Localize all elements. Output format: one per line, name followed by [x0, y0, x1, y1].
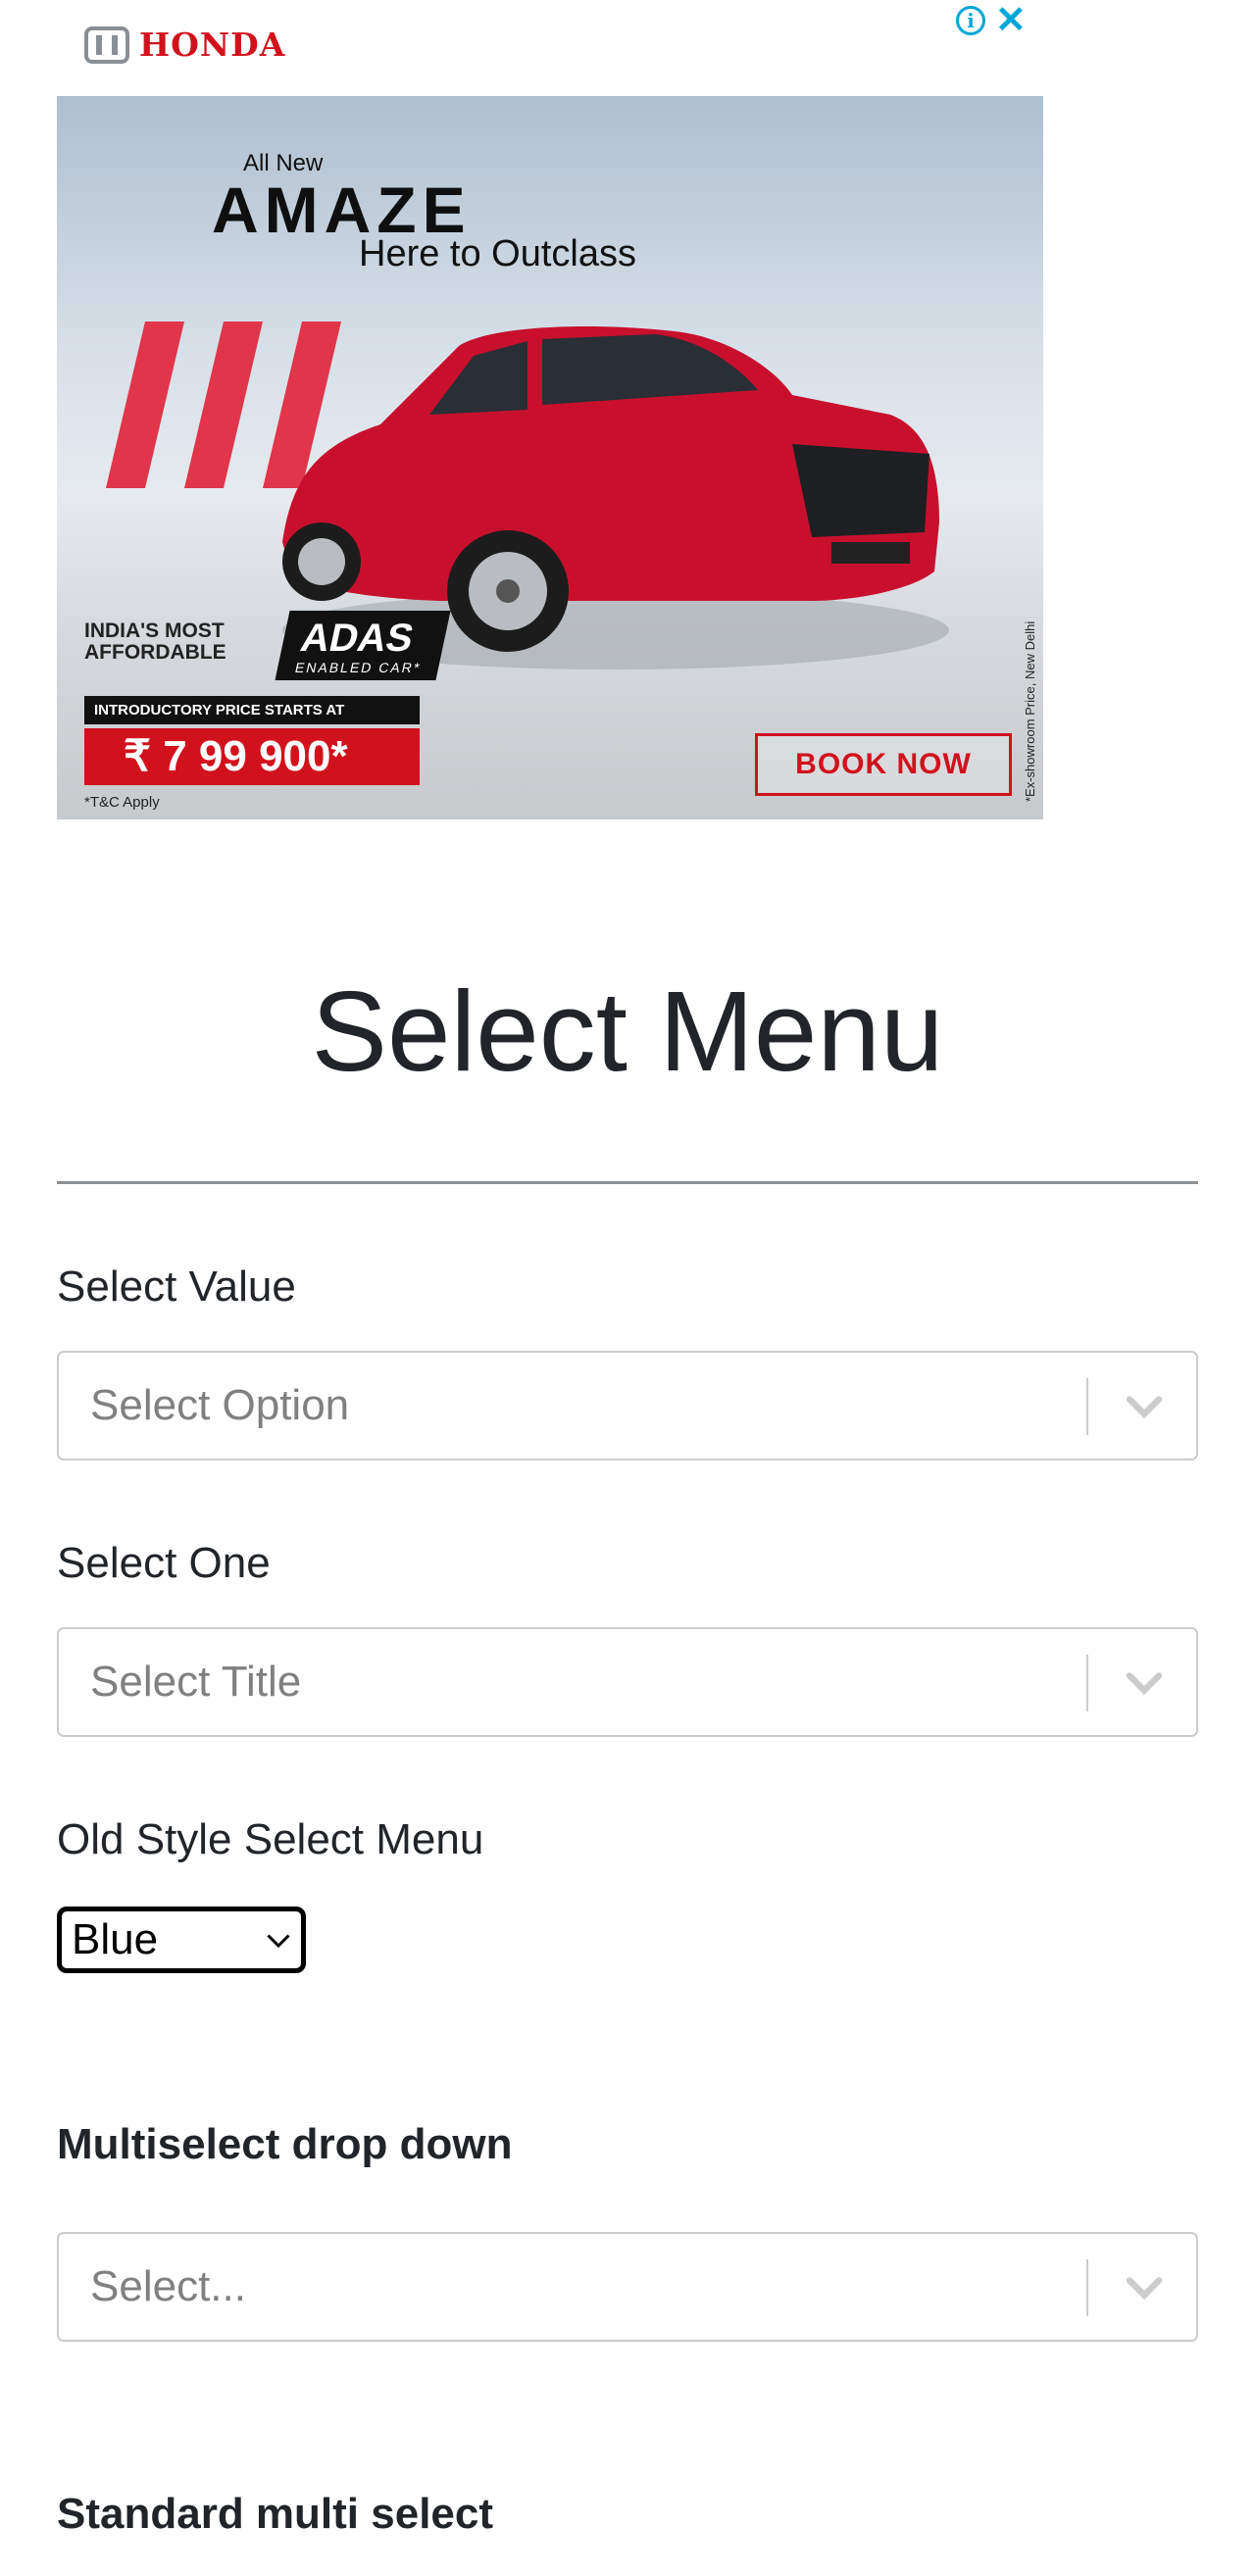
- title-divider: [57, 1181, 1198, 1184]
- ad-tagline: Here to Outclass: [359, 233, 636, 274]
- ad-adas-sub: ENABLED CAR*: [293, 660, 424, 675]
- chevron-down-icon[interactable]: [1120, 1659, 1169, 1708]
- ad-price: ₹ 7 99 900*: [84, 728, 420, 785]
- info-icon[interactable]: i: [956, 6, 985, 35]
- select-value-placeholder: Select Option: [90, 1381, 350, 1429]
- ad-controls: i ✕: [956, 2, 1027, 39]
- ad-terms: *T&C Apply: [84, 794, 160, 811]
- dropdown-separator: [1086, 1655, 1088, 1711]
- standard-multi-select-label: Standard multi select: [57, 2490, 494, 2538]
- ad-adas-lead: INDIA'S MOST AFFORDABLE: [84, 619, 226, 664]
- select-value-dropdown[interactable]: Select Option: [57, 1351, 1198, 1461]
- page-title: Select Menu: [311, 967, 944, 1095]
- select-one-dropdown[interactable]: Select Title: [57, 1627, 1198, 1737]
- book-now-button[interactable]: BOOK NOW: [755, 733, 1012, 796]
- close-icon[interactable]: ✕: [995, 2, 1027, 39]
- chevron-down-icon[interactable]: [1120, 1382, 1169, 1431]
- ad-adas-text: ADAS: [296, 617, 418, 660]
- chevron-down-icon[interactable]: [264, 1925, 293, 1955]
- select-one-placeholder: Select Title: [90, 1658, 302, 1706]
- old-style-selected-value: Blue: [72, 1915, 159, 1963]
- multiselect-label: Multiselect drop down: [57, 2120, 513, 2168]
- old-style-select[interactable]: Blue: [57, 1907, 306, 1973]
- honda-logo: HONDA: [84, 25, 285, 64]
- ad-banner[interactable]: All New AMAZE Here to Outclass INDIA'S M…: [57, 96, 1043, 819]
- ad-intro-price-label: INTRODUCTORY PRICE STARTS AT: [84, 696, 420, 724]
- honda-emblem-icon: [84, 25, 129, 64]
- ad-adas-badge: ADAS ENABLED CAR*: [275, 611, 451, 680]
- multiselect-placeholder: Select...: [90, 2262, 246, 2310]
- select-one-label: Select One: [57, 1539, 271, 1587]
- dropdown-separator: [1086, 2259, 1088, 2316]
- old-style-select-label: Old Style Select Menu: [57, 1815, 484, 1863]
- dropdown-separator: [1086, 1378, 1088, 1435]
- ad-fine-print: *Ex-showroom Price, New Delhi: [1023, 620, 1037, 802]
- honda-wordmark: HONDA: [139, 25, 286, 64]
- multiselect-dropdown[interactable]: Select...: [57, 2232, 1198, 2342]
- select-value-label: Select Value: [57, 1263, 296, 1311]
- chevron-down-icon[interactable]: [1120, 2263, 1169, 2312]
